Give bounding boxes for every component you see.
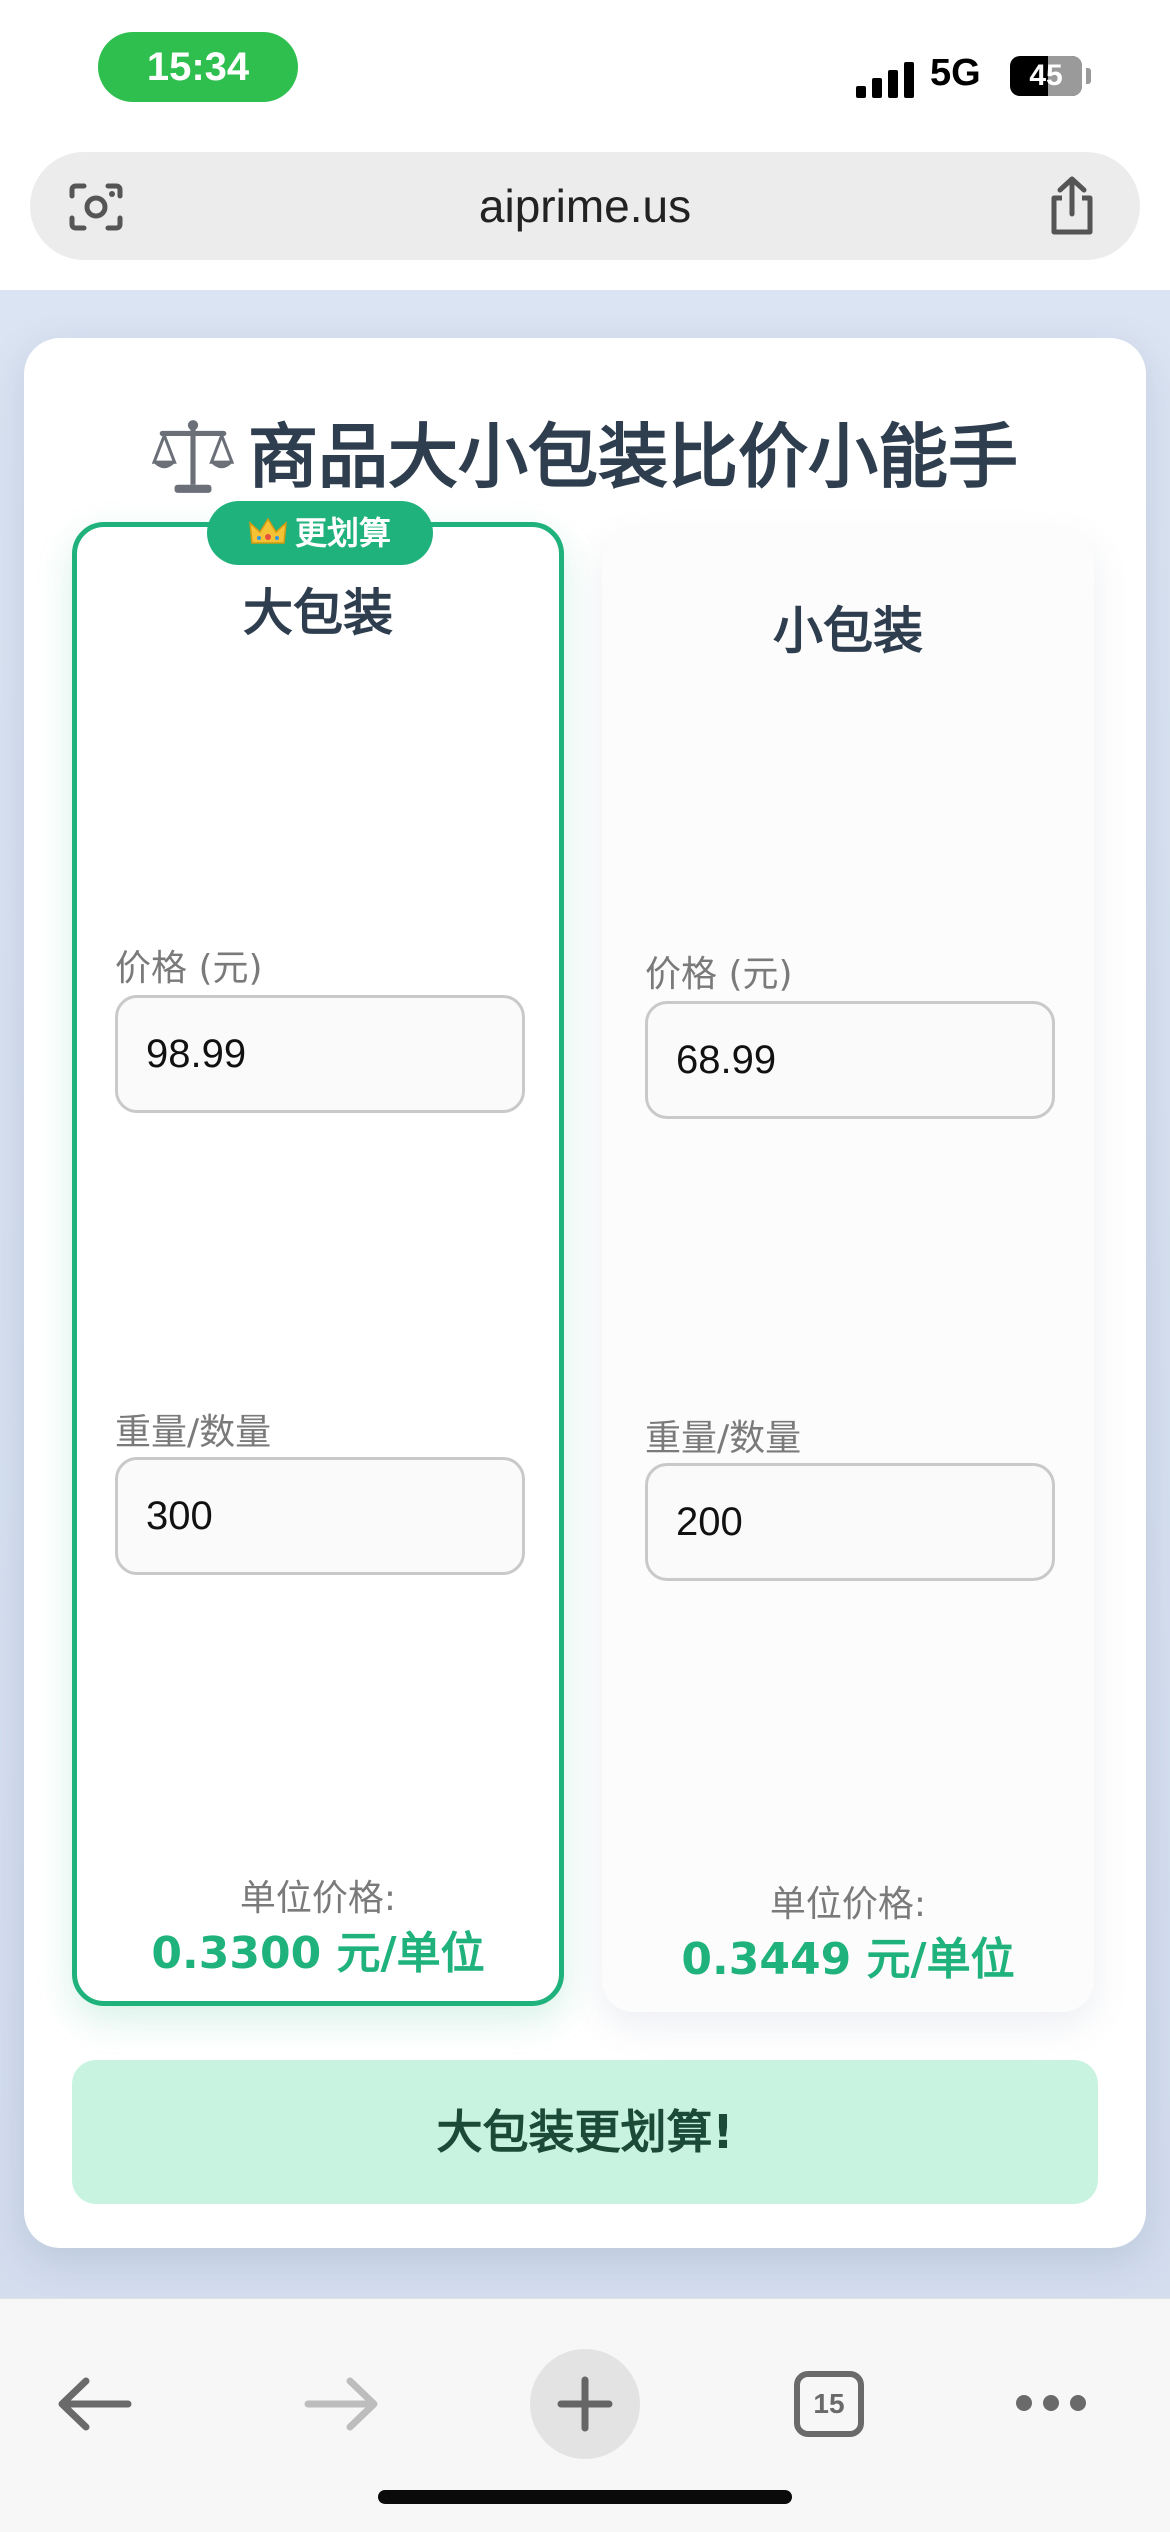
network-label: 5G	[930, 52, 981, 94]
unit-price-label: 单位价格:	[769, 1884, 927, 1925]
address-bar[interactable]: aiprime.us	[30, 152, 1140, 260]
signal-icon	[856, 62, 914, 98]
badge-label: 更划算	[294, 514, 391, 552]
package-title: 大包装	[243, 584, 393, 642]
package-card-small: 小包装 价格 (元) 68.99 重量/数量 200 单位价格: 0.3449 …	[602, 528, 1094, 2012]
price-input[interactable]: 98.99	[115, 995, 525, 1113]
plus-icon	[557, 2376, 613, 2432]
unit-price-value: 0.3449 元/单位	[681, 1934, 1015, 1985]
better-deal-badge: 更划算	[207, 501, 433, 565]
new-tab-button[interactable]	[530, 2349, 640, 2459]
title-text: 商品大小包装比价小能手	[248, 416, 1018, 498]
price-input[interactable]: 68.99	[645, 1001, 1055, 1119]
quantity-input[interactable]: 300	[115, 1457, 525, 1575]
tabs-icon[interactable]: 15	[794, 2371, 864, 2437]
home-indicator	[378, 2490, 792, 2504]
share-icon[interactable]	[1044, 176, 1100, 236]
url-text[interactable]: aiprime.us	[30, 152, 1140, 260]
result-banner: 大包装更划算!	[72, 2060, 1098, 2204]
package-title: 小包装	[773, 602, 923, 660]
package-card-large: 更划算 大包装 价格 (元) 98.99 重量/数量 300 单位价格: 0.3…	[72, 501, 564, 2006]
scale-icon	[152, 420, 234, 493]
quantity-label: 重量/数量	[115, 1412, 272, 1453]
page-background: 商品大小包装比价小能手 更划算 大包装 价格 (元) 98.99 重量/数量 3…	[0, 290, 1170, 2298]
forward-arrow-icon[interactable]	[286, 2349, 396, 2459]
battery-icon: 45	[1010, 56, 1082, 96]
status-bar: 15:34 5G 45	[0, 0, 1170, 140]
crown-icon	[249, 517, 287, 544]
status-time: 15:34	[98, 32, 298, 102]
quantity-label: 重量/数量	[645, 1418, 802, 1459]
unit-price-label: 单位价格:	[239, 1878, 397, 1919]
back-arrow-icon[interactable]	[40, 2349, 150, 2459]
battery-tip	[1086, 68, 1091, 84]
price-label: 价格 (元)	[645, 954, 793, 995]
page-title: 商品大小包装比价小能手	[24, 402, 1146, 512]
app-card: 商品大小包装比价小能手 更划算 大包装 价格 (元) 98.99 重量/数量 3…	[24, 338, 1146, 2248]
more-icon[interactable]	[1016, 2395, 1086, 2413]
price-label: 价格 (元)	[115, 948, 263, 989]
unit-price-value: 0.3300 元/单位	[151, 1928, 485, 1979]
battery-level: 45	[1029, 59, 1063, 92]
quantity-input[interactable]: 200	[645, 1463, 1055, 1581]
